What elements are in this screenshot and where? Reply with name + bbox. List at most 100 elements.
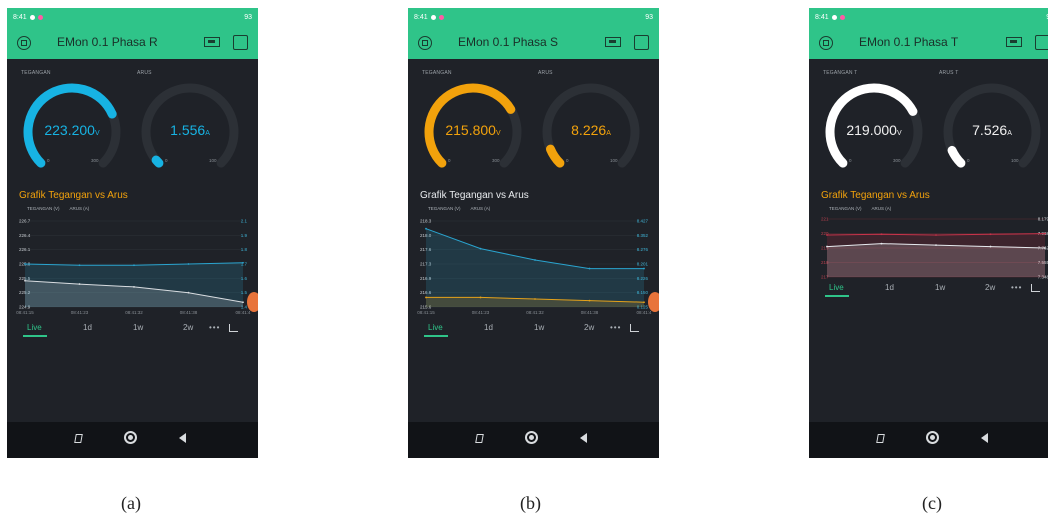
home-icon[interactable]: [525, 431, 538, 444]
series-tegangan-point: [1044, 247, 1046, 249]
clock: 8:41: [414, 13, 428, 21]
tab-live[interactable]: Live: [424, 323, 448, 337]
tab-2w[interactable]: 2w: [985, 283, 995, 292]
tab-live[interactable]: Live: [23, 323, 47, 337]
caption-a: (a): [121, 493, 141, 513]
back-icon[interactable]: [179, 433, 186, 443]
current-gauge-fill: [947, 145, 966, 168]
x-tick: 08:41:38: [581, 310, 599, 315]
menu-square-icon[interactable]: [1035, 35, 1048, 50]
voltage-gauge-label: TEGANGAN: [21, 70, 51, 76]
y-tick-right: 1.9: [241, 233, 248, 238]
notification-icon: [430, 14, 436, 20]
series-arus-point: [880, 233, 883, 236]
chart-title: Grafik Tegangan vs Arus: [19, 190, 128, 201]
y-tick-left: 226.7: [19, 219, 31, 224]
voltage-max: 300: [91, 158, 99, 163]
x-tick: 08:41:15: [16, 310, 34, 315]
tab-2w[interactable]: 2w: [183, 323, 193, 332]
battery-icon[interactable]: [605, 37, 621, 47]
device-icon[interactable]: [819, 35, 833, 50]
share-icon[interactable]: [630, 324, 639, 332]
current-min: 0: [566, 158, 569, 163]
series-tegangan-point: [133, 286, 135, 288]
voltage-min: 0: [448, 158, 451, 163]
home-icon[interactable]: [926, 431, 939, 444]
voltage-min: 0: [47, 158, 50, 163]
tab-1d[interactable]: 1d: [484, 323, 493, 332]
voltage-max: 300: [492, 158, 500, 163]
y-tick-right: 8.276: [637, 247, 649, 252]
tab-1w[interactable]: 1w: [935, 283, 945, 292]
time-range-tabs: Live 1d 1w 2w •••: [424, 323, 644, 337]
share-icon[interactable]: [1031, 284, 1040, 292]
app-notification-icon: [37, 14, 43, 20]
series-tegangan-point: [24, 279, 26, 282]
voltage-current-chart: 218.3218.0217.6217.3216.9216.6215.68.427…: [417, 219, 652, 316]
chart-title: Grafik Tegangan vs Arus: [821, 190, 930, 201]
voltage-max: 300: [893, 158, 901, 163]
device-icon[interactable]: [418, 35, 432, 50]
current-gauge-label: ARUS: [538, 70, 553, 76]
app-notification-icon: [839, 14, 845, 20]
series-tegangan-point: [588, 299, 591, 302]
android-nav-bar: [408, 422, 659, 458]
current-max: 100: [610, 158, 618, 163]
app-bar: EMon 0.1 Phasa T: [809, 26, 1048, 59]
more-options-icon[interactable]: •••: [610, 323, 621, 332]
voltage-value: 219.000V: [846, 122, 902, 138]
y-tick-right: 8.427: [637, 219, 649, 224]
series-tegangan-point: [989, 245, 992, 248]
tab-1d[interactable]: 1d: [885, 283, 894, 292]
more-options-icon[interactable]: •••: [209, 323, 220, 332]
chart-title: Grafik Tegangan vs Arus: [420, 190, 529, 201]
more-options-icon[interactable]: •••: [1011, 283, 1022, 292]
back-icon[interactable]: [981, 433, 988, 443]
current-min: 0: [967, 158, 970, 163]
clock: 8:41: [815, 13, 829, 21]
series-tegangan-point: [534, 298, 536, 300]
y-tick-right: 8.179: [1038, 217, 1048, 222]
android-nav-bar: [7, 422, 258, 458]
current-max: 100: [1011, 158, 1019, 163]
series-arus-point: [1044, 232, 1046, 235]
voltage-gauge-label: TEGANGAN T: [823, 70, 858, 76]
series-arus-point: [78, 264, 81, 267]
app-bar: EMon 0.1 Phasa R: [7, 26, 258, 59]
series-arus-point: [826, 234, 828, 236]
back-icon[interactable]: [580, 433, 587, 443]
battery-icon[interactable]: [204, 37, 220, 47]
tab-2w[interactable]: 2w: [584, 323, 594, 332]
battery-icon[interactable]: [1006, 37, 1022, 47]
series-arus-point: [643, 267, 645, 270]
y-tick-right: 2.1: [241, 219, 248, 224]
home-icon[interactable]: [124, 431, 137, 444]
recents-icon[interactable]: [475, 434, 484, 443]
series-tegangan-point: [425, 296, 427, 299]
phone-screen-phasa-t: 8:41 93 EMon 0.1 Phasa T TEGANGAN T ARUS…: [809, 8, 1048, 458]
notification-icon: [29, 14, 35, 20]
tab-live[interactable]: Live: [825, 283, 849, 297]
series-tegangan-point: [78, 283, 81, 285]
device-icon[interactable]: [17, 35, 31, 50]
y-tick-left: 226.4: [19, 233, 31, 238]
recents-icon[interactable]: [876, 434, 885, 443]
recents-icon[interactable]: [74, 434, 83, 443]
chart-scroll-handle[interactable]: [247, 292, 258, 312]
tab-1w[interactable]: 1w: [133, 323, 143, 332]
x-tick: 08:41:23: [472, 310, 490, 315]
series-arus-point: [935, 234, 937, 236]
menu-square-icon[interactable]: [233, 35, 248, 50]
series-arus-point: [479, 247, 482, 250]
tab-1w[interactable]: 1w: [534, 323, 544, 332]
time-range-tabs: Live 1d 1w 2w •••: [23, 323, 243, 337]
share-icon[interactable]: [229, 324, 238, 332]
tab-1d[interactable]: 1d: [83, 323, 92, 332]
chart-scroll-handle[interactable]: [648, 292, 659, 312]
series-arus-point: [534, 259, 536, 261]
current-gauge-fill: [151, 155, 164, 168]
series-arus-point: [425, 227, 427, 230]
menu-square-icon[interactable]: [634, 35, 649, 50]
app-notification-icon: [438, 14, 444, 20]
time-range-tabs: Live 1d 1w 2w •••: [825, 283, 1045, 297]
